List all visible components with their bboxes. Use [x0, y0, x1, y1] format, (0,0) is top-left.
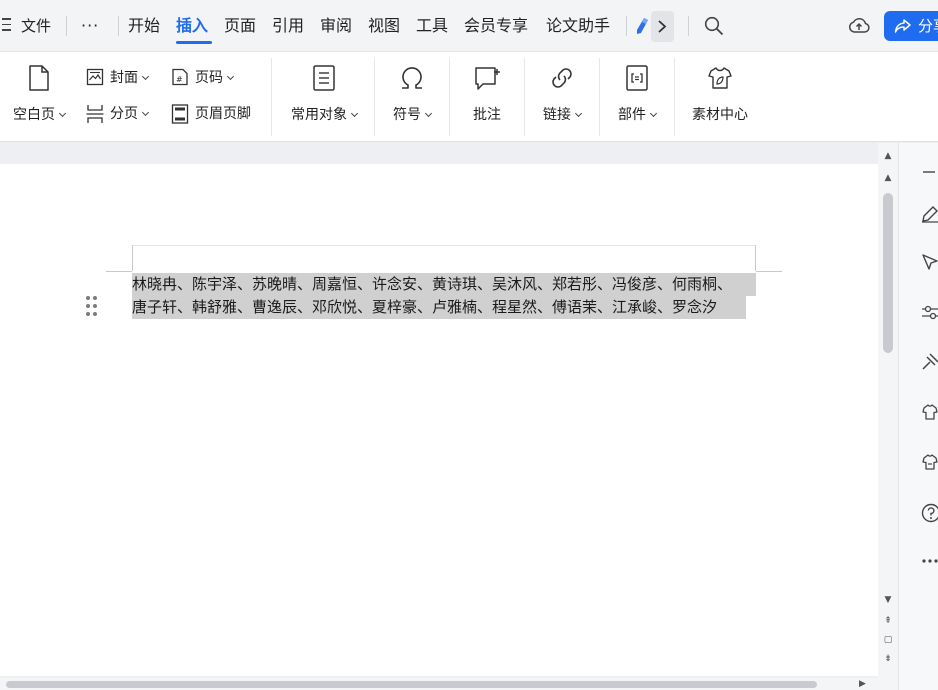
- page-break-label: 分页: [110, 106, 138, 122]
- header-footer-label: 页眉页脚: [195, 106, 251, 122]
- common-objects-label: 常用对象: [291, 107, 347, 123]
- tab-references[interactable]: 引用: [272, 0, 304, 52]
- ribbon-divider: [449, 58, 450, 136]
- page-number-icon: #: [172, 68, 188, 86]
- menu-divider: [118, 16, 119, 36]
- horizontal-scrollbar[interactable]: ▶: [0, 678, 898, 690]
- more-options-icon[interactable]: [921, 558, 938, 564]
- comment-label: 批注: [473, 107, 501, 123]
- scroll-top-icon[interactable]: ▲: [883, 151, 893, 161]
- right-sidebar: [898, 143, 938, 690]
- material-center-button[interactable]: 素材中心: [684, 52, 756, 142]
- scroll-up-icon[interactable]: ▲: [883, 173, 893, 183]
- share-button[interactable]: 分享: [884, 11, 938, 41]
- page-number-button[interactable]: # 页码: [171, 66, 247, 88]
- share-label: 分享: [918, 17, 938, 35]
- page-margin-line: [133, 245, 755, 246]
- header-footer-icon: [171, 104, 189, 124]
- cloud-upload-icon[interactable]: [848, 16, 870, 36]
- share-icon: [894, 19, 911, 33]
- search-icon[interactable]: [704, 16, 724, 36]
- blank-page-button[interactable]: 空白页: [6, 52, 72, 142]
- ribbon-divider: [271, 58, 272, 136]
- vertical-scroll-thumb[interactable]: [883, 193, 893, 353]
- margin-corner-mark: [755, 245, 756, 271]
- next-page-icon[interactable]: ⇟: [883, 654, 893, 664]
- help-icon[interactable]: [921, 503, 938, 523]
- link-label: 链接: [543, 107, 571, 123]
- tools-icon[interactable]: [921, 353, 938, 371]
- tab-member[interactable]: 会员专享: [464, 0, 528, 52]
- comment-button[interactable]: 批注: [458, 52, 516, 142]
- cover-icon: [86, 68, 104, 86]
- cover-label: 封面: [110, 70, 138, 86]
- page-number-label: 页码: [195, 70, 223, 86]
- select-pointer-icon[interactable]: [921, 253, 938, 271]
- tab-thesis-assistant[interactable]: 论文助手: [546, 0, 610, 52]
- more-menu-button[interactable]: ···: [81, 0, 99, 52]
- ribbon-divider: [674, 58, 675, 136]
- comment-icon: [475, 67, 500, 90]
- menu-divider: [66, 16, 67, 36]
- tab-insert[interactable]: 插入: [176, 0, 208, 52]
- ribbon-divider: [599, 58, 600, 136]
- link-icon: [552, 68, 572, 88]
- material-library-icon[interactable]: [921, 403, 938, 421]
- material-icon: [708, 67, 732, 89]
- horizontal-scroll-thumb[interactable]: [6, 681, 817, 688]
- vertical-scrollbar[interactable]: ▲ ▲ ▼ ⇞ ▢ ⇟: [878, 143, 898, 678]
- previous-page-icon[interactable]: ⇞: [883, 616, 893, 626]
- document-text-line[interactable]: 唐子轩、韩舒雅、曹逸辰、邓欣悦、夏梓豪、卢雅楠、程星然、傅语茉、江承峻、罗念汐: [132, 296, 746, 319]
- cover-button[interactable]: 封面: [86, 66, 162, 88]
- menu-divider: [626, 16, 627, 36]
- tab-review[interactable]: 审阅: [320, 0, 352, 52]
- scroll-right-icon[interactable]: ▶: [859, 678, 866, 690]
- parts-icon: [626, 65, 648, 91]
- select-browse-object-icon[interactable]: ▢: [883, 635, 893, 645]
- active-tab-indicator: [176, 41, 212, 44]
- template-icon[interactable]: [921, 453, 938, 471]
- adjust-settings-icon[interactable]: [921, 303, 938, 321]
- file-menu[interactable]: 文件: [21, 0, 51, 52]
- scroll-down-icon[interactable]: ▼: [883, 595, 893, 605]
- tab-page[interactable]: 页面: [224, 0, 256, 52]
- paragraph-drag-handle[interactable]: [85, 296, 99, 318]
- collapse-icon[interactable]: [921, 165, 935, 179]
- chevron-right-icon: [658, 20, 667, 33]
- tab-home[interactable]: 开始: [128, 0, 160, 52]
- margin-corner-mark: [132, 245, 133, 271]
- page-break-icon: [86, 105, 104, 123]
- menu-divider: [688, 16, 689, 36]
- document-canvas: 林晓冉、陈宇泽、苏晚晴、周嘉恒、许念安、黄诗琪、吴沐风、郑若彤、冯俊彦、何雨桐、…: [0, 143, 898, 690]
- edit-icon[interactable]: [921, 205, 938, 223]
- header-footer-button[interactable]: 页眉页脚: [171, 102, 263, 124]
- omega-icon: [402, 67, 422, 89]
- symbol-label: 符号: [393, 107, 421, 123]
- menu-icon[interactable]: [2, 18, 12, 34]
- menu-bar: 文件 ··· 开始 插入 页面 引用 审阅 视图 工具 会员专享 论文助手 分享: [0, 0, 938, 52]
- page-break-button[interactable]: 分页: [86, 102, 162, 124]
- ribbon-divider: [374, 58, 375, 136]
- common-objects-button[interactable]: 常用对象: [281, 52, 367, 142]
- link-button[interactable]: 链接: [533, 52, 591, 142]
- margin-corner-mark: [106, 271, 132, 272]
- parts-label: 部件: [618, 107, 646, 123]
- blank-page-icon: [29, 65, 49, 91]
- tab-view[interactable]: 视图: [368, 0, 400, 52]
- document-page[interactable]: 林晓冉、陈宇泽、苏晚晴、周嘉恒、许念安、黄诗琪、吴沐风、郑若彤、冯俊彦、何雨桐、…: [0, 164, 878, 676]
- ribbon-scroll-right-button[interactable]: [651, 11, 674, 42]
- ribbon-divider: [524, 58, 525, 136]
- material-center-label: 素材中心: [692, 107, 748, 123]
- tab-tools[interactable]: 工具: [416, 0, 448, 52]
- common-objects-icon: [313, 65, 335, 91]
- svg-text:#: #: [176, 75, 183, 84]
- margin-corner-mark: [756, 271, 782, 272]
- document-text-line[interactable]: 林晓冉、陈宇泽、苏晚晴、周嘉恒、许念安、黄诗琪、吴沐风、郑若彤、冯俊彦、何雨桐、: [132, 273, 756, 296]
- pen-icon[interactable]: [635, 17, 649, 35]
- ribbon-insert: 空白页 封面 # 页码 分页 页眉页脚 常用对象 符号 批注 链接 部件 素材中…: [0, 52, 938, 142]
- parts-button[interactable]: 部件: [608, 52, 666, 142]
- blank-page-label: 空白页: [13, 107, 55, 123]
- symbol-button[interactable]: 符号: [384, 52, 440, 142]
